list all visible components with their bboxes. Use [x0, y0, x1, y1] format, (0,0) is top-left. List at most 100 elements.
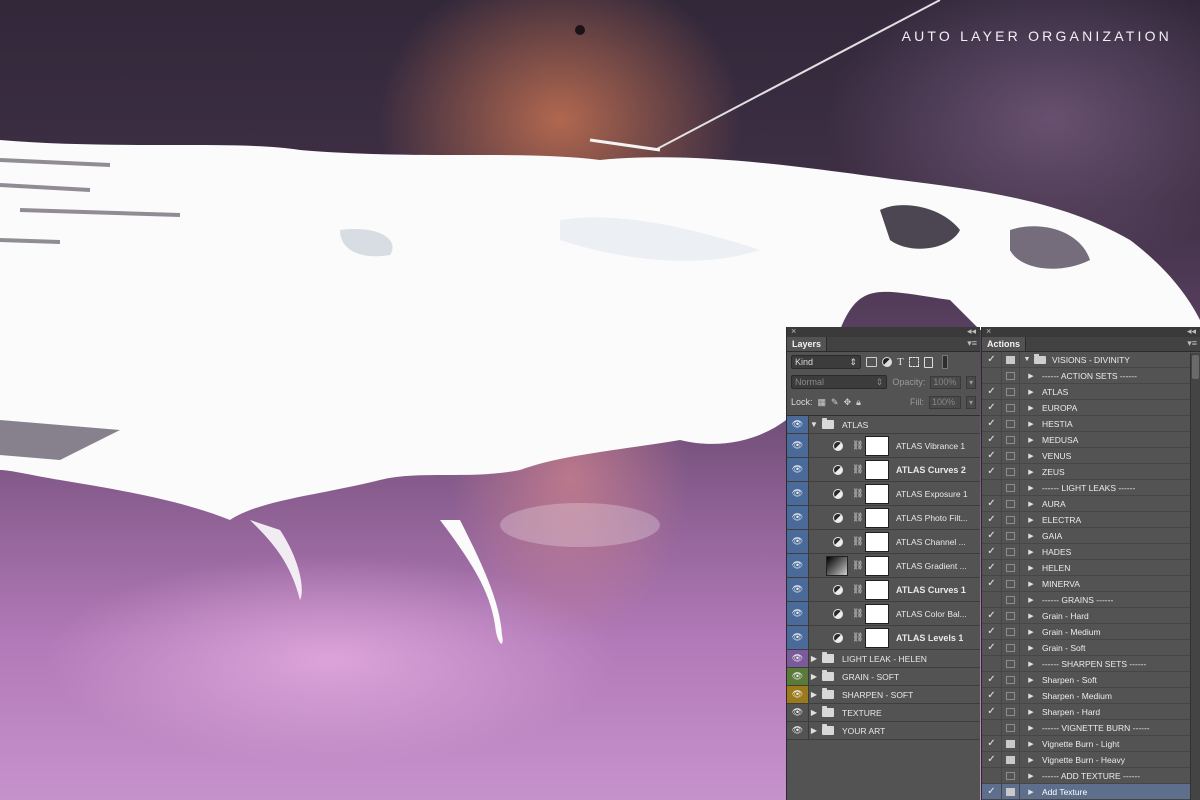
layer-mask-thumbnail[interactable] — [865, 627, 889, 648]
checkmark-icon[interactable]: ✓ — [982, 688, 1002, 703]
layer-mask-thumbnail[interactable] — [865, 531, 889, 552]
dialog-toggle[interactable] — [1002, 704, 1020, 719]
visibility-eye-icon[interactable]: 👁︎ — [787, 416, 809, 433]
tab-layers[interactable]: Layers — [787, 337, 828, 351]
visibility-eye-icon[interactable]: 👁︎ — [787, 626, 809, 649]
disclosure-closed-icon[interactable]: ▶ — [809, 708, 819, 717]
checkmark-icon[interactable]: ✓ — [982, 464, 1002, 479]
action-row[interactable]: ✓ ▶ Vignette Burn - Heavy — [982, 752, 1200, 768]
link-chain-icon[interactable]: ⛓︎ — [852, 560, 863, 571]
lock-all-icon[interactable]: 🔒︎ — [856, 397, 861, 408]
disclosure-closed-icon[interactable]: ▶ — [1020, 548, 1042, 556]
collapse-icon[interactable]: ◂◂ — [1187, 327, 1196, 337]
disclosure-closed-icon[interactable]: ▶ — [1020, 628, 1042, 636]
scroll-thumb[interactable] — [1192, 355, 1199, 379]
link-chain-icon[interactable]: ⛓︎ — [852, 512, 863, 523]
checkmark-icon[interactable]: ✓ — [982, 736, 1002, 751]
disclosure-closed-icon[interactable]: ▶ — [1020, 516, 1042, 524]
action-row[interactable]: ✓ ▶ GAIA — [982, 528, 1200, 544]
disclosure-closed-icon[interactable]: ▶ — [1020, 420, 1042, 428]
disclosure-open-icon[interactable]: ▼ — [809, 420, 819, 429]
disclosure-closed-icon[interactable]: ▶ — [809, 726, 819, 735]
action-row[interactable]: ✓ ▶ Vignette Burn - Light — [982, 736, 1200, 752]
action-row[interactable]: ✓ ▶ AURA — [982, 496, 1200, 512]
filter-toggle[interactable] — [941, 355, 948, 369]
filter-type-icon[interactable]: T — [897, 356, 904, 368]
dialog-toggle[interactable] — [1002, 592, 1020, 607]
empty-check[interactable] — [982, 592, 1002, 607]
tab-actions[interactable]: Actions — [982, 337, 1027, 351]
dialog-toggle[interactable] — [1002, 496, 1020, 511]
dialog-toggle[interactable] — [1002, 400, 1020, 415]
visibility-eye-icon[interactable]: 👁︎ — [787, 554, 809, 577]
action-row[interactable]: ▶ ------ SHARPEN SETS ------ — [982, 656, 1200, 672]
disclosure-closed-icon[interactable]: ▶ — [1020, 612, 1042, 620]
checkmark-icon[interactable]: ✓ — [982, 528, 1002, 543]
action-row[interactable]: ✓ ▶ ELECTRA — [982, 512, 1200, 528]
visibility-eye-icon[interactable]: 👁︎ — [787, 650, 809, 667]
link-chain-icon[interactable]: ⛓︎ — [852, 536, 863, 547]
checkmark-icon[interactable]: ✓ — [982, 496, 1002, 511]
fill-stepper[interactable]: ▾ — [966, 395, 976, 409]
filter-adjustment-icon[interactable] — [882, 357, 892, 367]
layer-row[interactable]: 👁︎ ⛓︎ ATLAS Curves 2 — [787, 458, 980, 482]
disclosure-closed-icon[interactable]: ▶ — [1020, 692, 1042, 700]
visibility-eye-icon[interactable]: 👁︎ — [787, 434, 809, 457]
empty-check[interactable] — [982, 656, 1002, 671]
disclosure-closed-icon[interactable]: ▶ — [1020, 772, 1042, 780]
checkmark-icon[interactable]: ✓ — [982, 544, 1002, 559]
checkmark-icon[interactable]: ✓ — [982, 560, 1002, 575]
layer-row[interactable]: 👁︎ ⛓︎ ATLAS Color Bal... — [787, 602, 980, 626]
action-row[interactable]: ✓ ▶ Sharpen - Soft — [982, 672, 1200, 688]
checkmark-icon[interactable]: ✓ — [982, 672, 1002, 687]
visibility-eye-icon[interactable]: 👁︎ — [787, 722, 809, 739]
opacity-input[interactable]: 100% — [930, 375, 962, 389]
layer-mask-thumbnail[interactable] — [865, 603, 889, 624]
layer-group-row[interactable]: 👁︎ ▶ GRAIN - SOFT — [787, 668, 980, 686]
action-row[interactable]: ▶ ------ GRAINS ------ — [982, 592, 1200, 608]
action-row[interactable]: ✓ ▶ MEDUSA — [982, 432, 1200, 448]
disclosure-closed-icon[interactable]: ▶ — [1020, 436, 1042, 444]
dialog-toggle[interactable] — [1002, 560, 1020, 575]
dialog-toggle[interactable] — [1002, 528, 1020, 543]
disclosure-closed-icon[interactable]: ▶ — [1020, 740, 1042, 748]
layer-mask-thumbnail[interactable] — [865, 483, 889, 504]
action-row[interactable]: ✓ ▶ EUROPA — [982, 400, 1200, 416]
action-row[interactable]: ✓ ▶ ATLAS — [982, 384, 1200, 400]
dialog-toggle[interactable] — [1002, 784, 1020, 799]
action-row[interactable]: ✓ ▶ HADES — [982, 544, 1200, 560]
disclosure-closed-icon[interactable]: ▶ — [1020, 404, 1042, 412]
layer-row[interactable]: 👁︎ ⛓︎ ATLAS Vibrance 1 — [787, 434, 980, 458]
layer-group-row[interactable]: 👁︎ ▶ YOUR ART — [787, 722, 980, 740]
layer-group-row[interactable]: 👁︎ ▶ LIGHT LEAK - HELEN — [787, 650, 980, 668]
lock-brush-icon[interactable]: ✎ — [831, 397, 839, 408]
visibility-eye-icon[interactable]: 👁︎ — [787, 578, 809, 601]
dialog-toggle[interactable] — [1002, 384, 1020, 399]
visibility-eye-icon[interactable]: 👁︎ — [787, 704, 809, 721]
visibility-eye-icon[interactable]: 👁︎ — [787, 458, 809, 481]
close-icon[interactable]: × — [986, 327, 991, 337]
layer-mask-thumbnail[interactable] — [865, 459, 889, 480]
checkmark-icon[interactable]: ✓ — [982, 640, 1002, 655]
visibility-eye-icon[interactable]: 👁︎ — [787, 602, 809, 625]
link-chain-icon[interactable]: ⛓︎ — [852, 488, 863, 499]
disclosure-closed-icon[interactable]: ▶ — [1020, 596, 1042, 604]
checkmark-icon[interactable]: ✓ — [982, 512, 1002, 527]
link-chain-icon[interactable]: ⛓︎ — [852, 584, 863, 595]
layer-mask-thumbnail[interactable] — [865, 435, 889, 456]
disclosure-closed-icon[interactable]: ▶ — [1020, 756, 1042, 764]
filter-smartobject-icon[interactable] — [923, 356, 933, 368]
checkmark-icon[interactable]: ✓ — [982, 416, 1002, 431]
disclosure-closed-icon[interactable]: ▶ — [1020, 580, 1042, 588]
action-row[interactable]: ✓ ▶ ZEUS — [982, 464, 1200, 480]
layer-row[interactable]: 👁︎ ⛓︎ ATLAS Levels 1 — [787, 626, 980, 650]
disclosure-closed-icon[interactable]: ▶ — [1020, 644, 1042, 652]
dialog-toggle[interactable] — [1002, 480, 1020, 495]
disclosure-closed-icon[interactable]: ▶ — [1020, 564, 1042, 572]
action-row[interactable]: ✓ ▶ HELEN — [982, 560, 1200, 576]
disclosure-closed-icon[interactable]: ▶ — [1020, 372, 1042, 380]
disclosure-closed-icon[interactable]: ▶ — [809, 690, 819, 699]
visibility-eye-icon[interactable]: 👁︎ — [787, 482, 809, 505]
dialog-toggle[interactable] — [1002, 720, 1020, 735]
actions-scrollbar[interactable] — [1190, 353, 1200, 800]
